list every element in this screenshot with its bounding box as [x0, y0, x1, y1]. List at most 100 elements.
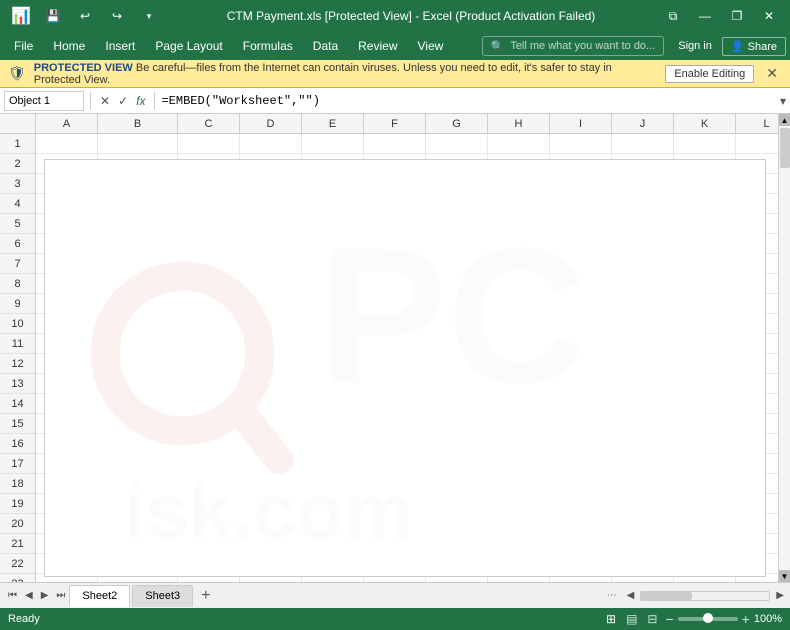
cell[interactable] [488, 374, 550, 394]
cell-k1[interactable] [674, 134, 736, 154]
cell[interactable] [612, 254, 674, 274]
cell[interactable] [674, 294, 736, 314]
cell-j1[interactable] [612, 134, 674, 154]
cell[interactable] [178, 474, 240, 494]
cell[interactable] [550, 474, 612, 494]
formula-input[interactable] [161, 94, 776, 108]
cell[interactable] [302, 174, 364, 194]
cell[interactable] [488, 534, 550, 554]
scroll-thumb-vertical[interactable] [780, 128, 790, 168]
cell[interactable] [240, 274, 302, 294]
cell[interactable] [550, 154, 612, 174]
cell[interactable] [98, 534, 178, 554]
cell[interactable] [302, 414, 364, 434]
cell[interactable] [302, 274, 364, 294]
cell[interactable] [736, 514, 778, 534]
zoom-out-button[interactable]: − [665, 611, 673, 627]
cell[interactable] [178, 154, 240, 174]
cell[interactable] [98, 214, 178, 234]
cell[interactable] [674, 234, 736, 254]
cell[interactable] [426, 434, 488, 454]
cell[interactable] [674, 434, 736, 454]
cell[interactable] [178, 534, 240, 554]
cell[interactable] [612, 554, 674, 574]
cell[interactable] [612, 514, 674, 534]
cell[interactable] [36, 194, 98, 214]
cell[interactable] [302, 314, 364, 334]
cell-a1[interactable] [36, 134, 98, 154]
cell[interactable] [736, 334, 778, 354]
menu-formulas[interactable]: Formulas [233, 35, 303, 57]
cell[interactable] [178, 194, 240, 214]
cell[interactable] [302, 354, 364, 374]
col-header-d[interactable]: D [240, 114, 302, 133]
menu-page-layout[interactable]: Page Layout [145, 35, 232, 57]
cell[interactable] [550, 274, 612, 294]
cell[interactable] [364, 174, 426, 194]
cell[interactable] [674, 514, 736, 534]
search-box[interactable]: 🔍 Tell me what you want to do... [482, 36, 665, 56]
cell[interactable] [736, 554, 778, 574]
cell[interactable] [178, 234, 240, 254]
cell[interactable] [178, 294, 240, 314]
cell[interactable] [178, 334, 240, 354]
scroll-left-button[interactable]: ◀ [625, 590, 637, 601]
sheet-nav-next[interactable]: ▶ [37, 590, 53, 601]
cell[interactable] [488, 554, 550, 574]
cell[interactable] [98, 414, 178, 434]
cell[interactable] [550, 174, 612, 194]
cell[interactable] [674, 174, 736, 194]
cell[interactable] [364, 194, 426, 214]
cell[interactable] [488, 454, 550, 474]
cell[interactable] [550, 414, 612, 434]
formula-fx-button[interactable]: fx [133, 94, 148, 108]
cell[interactable] [488, 414, 550, 434]
cell[interactable] [364, 494, 426, 514]
cell[interactable] [240, 334, 302, 354]
cell[interactable] [36, 374, 98, 394]
normal-view-button[interactable]: ⊞ [604, 612, 618, 626]
scroll-right-button[interactable]: ▶ [774, 590, 786, 601]
cell[interactable] [364, 374, 426, 394]
cell[interactable] [178, 434, 240, 454]
cell[interactable] [178, 414, 240, 434]
cell[interactable] [550, 514, 612, 534]
cell[interactable] [302, 334, 364, 354]
cell-f1[interactable] [364, 134, 426, 154]
cell[interactable] [488, 514, 550, 534]
cell[interactable] [736, 294, 778, 314]
cell[interactable] [426, 274, 488, 294]
cell[interactable] [674, 194, 736, 214]
cell[interactable] [36, 394, 98, 414]
cell[interactable] [98, 574, 178, 582]
cell[interactable] [426, 294, 488, 314]
cell[interactable] [364, 254, 426, 274]
menu-view[interactable]: View [408, 35, 454, 57]
cell[interactable] [488, 194, 550, 214]
cell[interactable] [736, 234, 778, 254]
cell[interactable] [674, 314, 736, 334]
cell[interactable] [240, 314, 302, 334]
cell[interactable] [426, 454, 488, 474]
cell[interactable] [302, 554, 364, 574]
cell[interactable] [674, 414, 736, 434]
formula-cancel-button[interactable]: ✕ [97, 94, 113, 108]
cell[interactable] [240, 214, 302, 234]
cell[interactable] [426, 194, 488, 214]
cell[interactable] [36, 494, 98, 514]
cell[interactable] [674, 214, 736, 234]
cell[interactable] [302, 434, 364, 454]
cell[interactable] [364, 334, 426, 354]
name-box[interactable]: Object 1 [4, 91, 84, 111]
cell[interactable] [488, 214, 550, 234]
cell[interactable] [364, 574, 426, 582]
cell[interactable] [240, 354, 302, 374]
cell[interactable] [550, 494, 612, 514]
cell[interactable] [240, 574, 302, 582]
cell[interactable] [736, 174, 778, 194]
cell[interactable] [364, 394, 426, 414]
cell[interactable] [674, 274, 736, 294]
cell[interactable] [488, 354, 550, 374]
restore-window-button[interactable]: ⧉ [660, 3, 686, 29]
cell[interactable] [302, 254, 364, 274]
